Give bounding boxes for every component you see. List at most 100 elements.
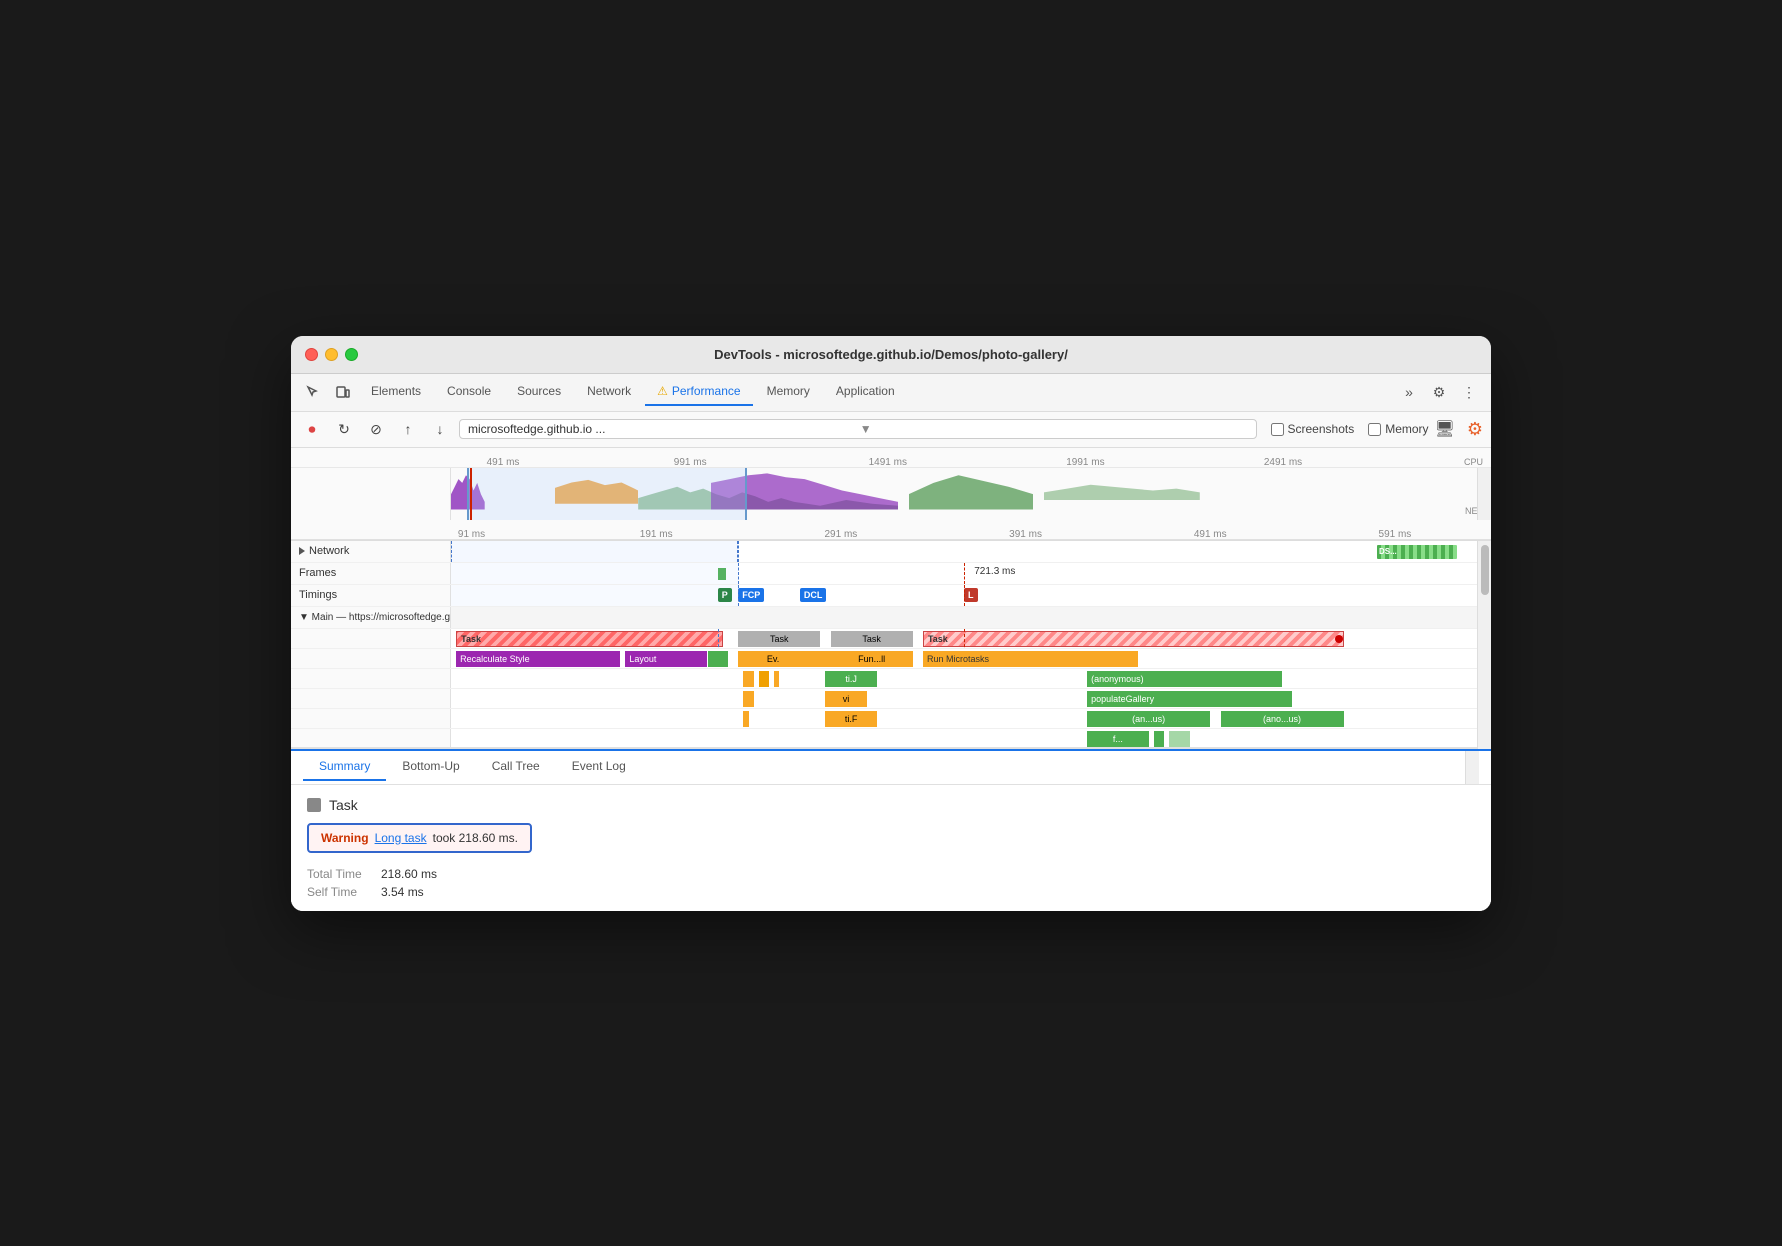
total-time-row: Total Time 218.60 ms <box>307 867 1475 881</box>
layout-block[interactable]: Layout <box>625 651 707 667</box>
frames-label: Frames <box>291 563 451 584</box>
upload-button[interactable]: ↑ <box>395 416 421 442</box>
tab-application[interactable]: Application <box>824 378 907 406</box>
time-label-1991: 1991 ms <box>1066 457 1104 468</box>
traffic-lights <box>305 348 358 361</box>
memory-checkbox[interactable] <box>1368 423 1381 436</box>
main-thread-row: ▼ Main — https://microsoftedge.github.io… <box>291 607 1491 629</box>
tab-summary[interactable]: Summary <box>303 753 386 781</box>
time-391: 391 ms <box>1009 529 1042 540</box>
self-time-value: 3.54 ms <box>381 885 424 899</box>
reload-button[interactable]: ↻ <box>331 416 357 442</box>
populate-gallery-block[interactable]: populateGallery <box>1087 691 1292 707</box>
vi-block[interactable]: vi <box>825 691 866 707</box>
capture-screenshot-icon[interactable]: 🖥 <box>1435 419 1455 439</box>
warning-triangle-icon: ⚠ <box>657 384 668 398</box>
timings-row: Timings P FCP DCL L <box>291 585 1491 607</box>
download-button[interactable]: ↓ <box>427 416 453 442</box>
empty-label6 <box>291 729 451 747</box>
network-label: Network <box>291 541 451 562</box>
small-orange2 <box>820 651 830 667</box>
time-label-2491: 2491 ms <box>1264 457 1302 468</box>
main-tasks-content5[interactable]: ti.F (an...us) (ano...us) <box>451 709 1477 728</box>
anus-block2[interactable]: (ano...us) <box>1221 711 1344 727</box>
main-tasks-row5: ti.F (an...us) (ano...us) <box>291 709 1491 729</box>
maximize-button[interactable] <box>345 348 358 361</box>
clear-button[interactable]: ⊘ <box>363 416 389 442</box>
task-long[interactable]: Task <box>456 631 723 647</box>
main-tasks-content6[interactable]: f... <box>451 729 1477 747</box>
recalculate-style-block[interactable]: Recalculate Style <box>456 651 620 667</box>
flame-chart-area: Network DS... Frames <box>291 541 1491 749</box>
memory-checkbox-label[interactable]: Memory <box>1368 422 1428 436</box>
main-tasks-row1: Task Task Task Task <box>291 629 1491 649</box>
network-expand-icon[interactable] <box>299 547 305 555</box>
settings-gear-icon[interactable]: ⚙ <box>1425 378 1453 406</box>
fcp-badge: FCP <box>738 588 764 602</box>
screenshots-checkbox-label[interactable]: Screenshots <box>1271 422 1355 436</box>
time-191: 191 ms <box>640 529 673 540</box>
tab-elements[interactable]: Elements <box>359 378 433 406</box>
window-title: DevTools - microsoftedge.github.io/Demos… <box>714 347 1068 362</box>
tab-event-log[interactable]: Event Log <box>556 753 642 781</box>
run-microtasks-block[interactable]: Run Microtasks <box>923 651 1138 667</box>
main-thread-label: ▼ Main — https://microsoftedge.github.io… <box>291 607 451 628</box>
scrollbar-thumb[interactable] <box>1481 545 1489 595</box>
small-green[interactable] <box>708 651 729 667</box>
self-time-label: Self Time <box>307 885 377 899</box>
function-block[interactable]: Fun...ll <box>831 651 913 667</box>
timeline-section: 491 ms 991 ms 1491 ms 1991 ms 2491 ms CP… <box>291 448 1491 541</box>
bottom-tabs: Summary Bottom-Up Call Tree Event Log <box>291 751 1491 785</box>
frames-content: 721.3 ms <box>451 563 1477 584</box>
bottom-scrollbar <box>1465 751 1479 784</box>
time-91: 91 ms <box>458 529 485 540</box>
tab-console[interactable]: Console <box>435 378 503 406</box>
devtools-window: DevTools - microsoftedge.github.io/Demos… <box>291 336 1491 911</box>
summary-content: Task Warning Long task took 218.60 ms. T… <box>291 785 1491 911</box>
task-2[interactable]: Task <box>738 631 820 647</box>
main-tasks-content3[interactable]: ti.J (anonymous) <box>451 669 1477 688</box>
tab-call-tree[interactable]: Call Tree <box>476 753 556 781</box>
more-options-icon[interactable]: ⋮ <box>1455 378 1483 406</box>
network-content: DS... <box>451 541 1477 562</box>
task-long2[interactable]: Task <box>923 631 1344 647</box>
url-bar[interactable]: microsoftedge.github.io ... ▼ <box>459 419 1257 439</box>
main-tasks-content2[interactable]: Recalculate Style Layout Ev...pt Fun...l… <box>451 649 1477 668</box>
empty-label3 <box>291 669 451 688</box>
main-tasks-content4[interactable]: vi populateGallery <box>451 689 1477 708</box>
anonymous-block[interactable]: (anonymous) <box>1087 671 1282 687</box>
close-button[interactable] <box>305 348 318 361</box>
tab-memory[interactable]: Memory <box>755 378 822 406</box>
tab-network[interactable]: Network <box>575 378 643 406</box>
device-toggle-icon[interactable] <box>329 378 357 406</box>
scrollbar-vertical[interactable] <box>1477 541 1491 749</box>
warning-row: Warning Long task took 218.60 ms. <box>307 823 532 853</box>
time-591: 591 ms <box>1379 529 1412 540</box>
timings-label: Timings <box>291 585 451 606</box>
self-time-row: Self Time 3.54 ms <box>307 885 1475 899</box>
anus-block1[interactable]: (an...us) <box>1087 711 1210 727</box>
tab-bottom-up[interactable]: Bottom-Up <box>386 753 475 781</box>
performance-settings-icon[interactable]: ⚙ <box>1467 419 1483 440</box>
long-task-link[interactable]: Long task <box>375 831 427 845</box>
tij-block[interactable]: ti.J <box>825 671 876 687</box>
screenshots-checkbox[interactable] <box>1271 423 1284 436</box>
tif-block[interactable]: ti.F <box>825 711 876 727</box>
f-block[interactable]: f... <box>1087 731 1149 747</box>
tab-sources[interactable]: Sources <box>505 378 573 406</box>
timings-content: P FCP DCL L <box>451 585 1477 606</box>
url-text: microsoftedge.github.io ... <box>468 422 856 436</box>
time-label-491: 491 ms <box>487 457 520 468</box>
record-button[interactable]: ⏺ <box>299 416 325 442</box>
main-tasks-content1[interactable]: Task Task Task Task <box>451 629 1477 648</box>
main-tasks-row6: f... <box>291 729 1491 749</box>
mini-bar8 <box>1169 731 1190 747</box>
inspect-icon[interactable] <box>299 378 327 406</box>
more-tabs-icon[interactable]: » <box>1395 378 1423 406</box>
mini-bar4 <box>774 671 779 687</box>
mini-bar2 <box>743 671 753 687</box>
tab-performance[interactable]: ⚠ Performance <box>645 378 752 406</box>
minimize-button[interactable] <box>325 348 338 361</box>
task-3[interactable]: Task <box>831 631 913 647</box>
tab-bar: Elements Console Sources Network ⚠ Perfo… <box>291 374 1491 412</box>
